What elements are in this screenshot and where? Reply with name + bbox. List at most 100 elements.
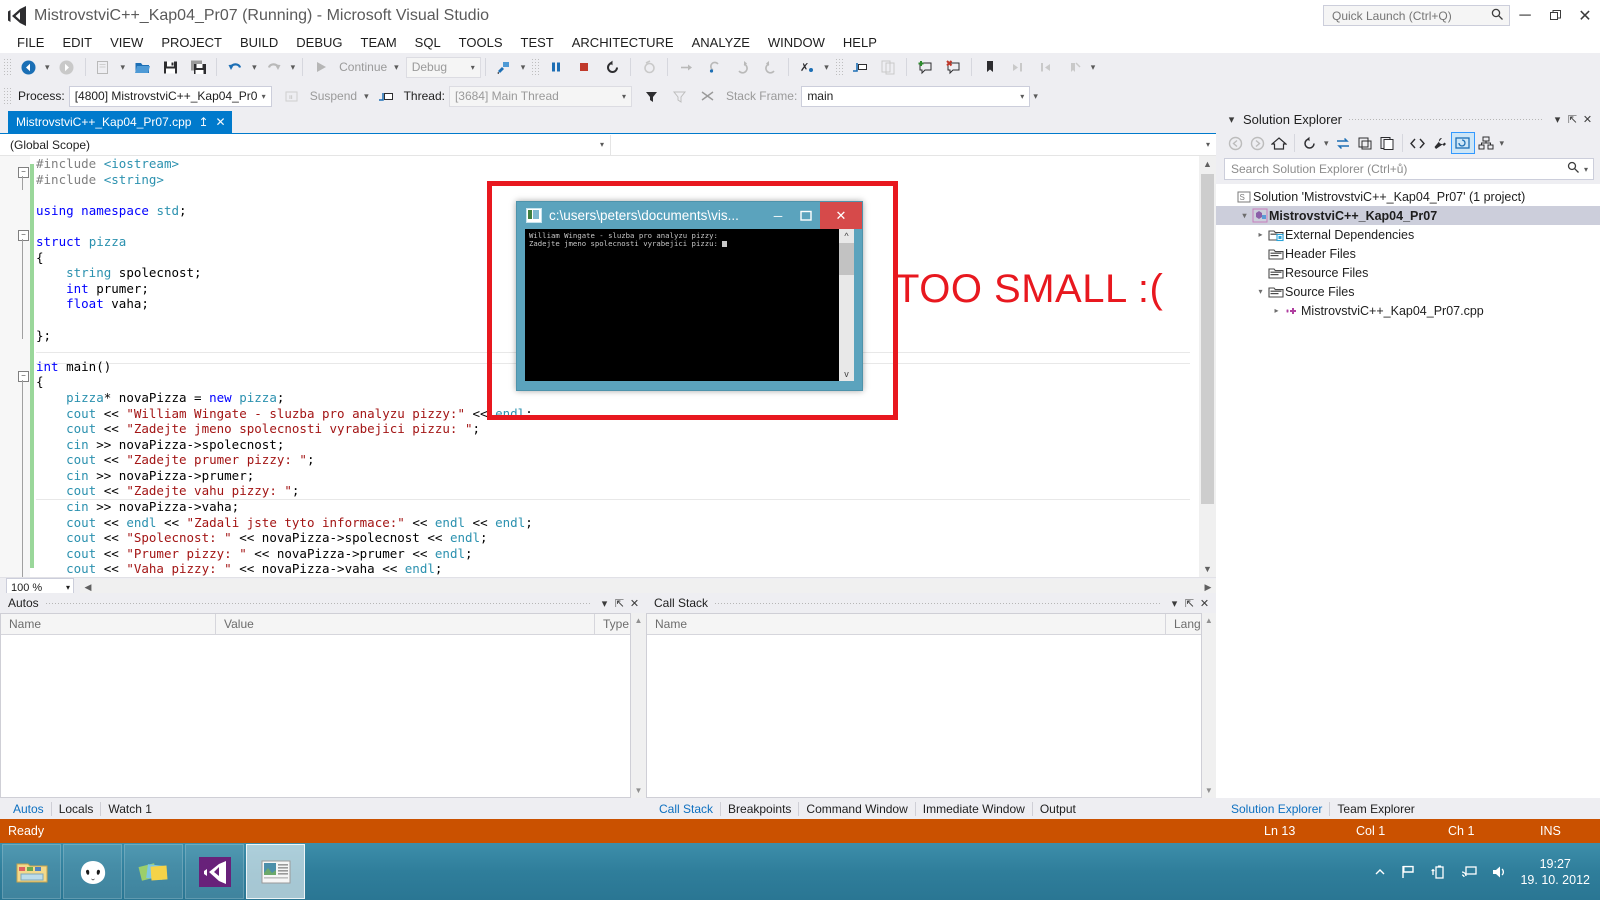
menu-test[interactable]: TEST (512, 33, 563, 52)
bookmark-icon[interactable] (976, 56, 1004, 78)
taskbar-foobar-icon[interactable] (63, 844, 122, 899)
undo-icon[interactable] (221, 56, 249, 78)
menu-architecture[interactable]: ARCHITECTURE (563, 33, 683, 52)
window-menu-icon[interactable]: ▾ (1224, 113, 1239, 126)
expander-icon[interactable]: ▸ (1270, 306, 1283, 315)
properties-icon[interactable] (1429, 133, 1451, 153)
window-minimize-button[interactable]: ─ (1510, 0, 1540, 31)
drag-handle[interactable] (1348, 114, 1544, 124)
expander-icon[interactable]: ▾ (1254, 287, 1267, 296)
attach-process-icon[interactable] (490, 56, 518, 78)
volume-icon[interactable] (1491, 864, 1507, 880)
sync-icon[interactable] (1299, 133, 1321, 153)
expander-icon[interactable]: ▸ (1254, 230, 1267, 239)
member-combo[interactable]: ▾ (611, 135, 1216, 155)
overflow-chevron-icon[interactable]: ▾ (1497, 138, 1508, 149)
continue-dropdown[interactable]: ▾ (391, 62, 402, 73)
close-icon[interactable]: ✕ (1197, 597, 1212, 610)
home-icon[interactable] (1268, 133, 1290, 153)
restart-icon[interactable] (598, 56, 626, 78)
taskbar-console-window-icon[interactable] (246, 844, 305, 899)
scroll-up-icon[interactable]: ▲ (631, 613, 646, 628)
scroll-up-icon[interactable]: ^ (839, 229, 854, 243)
continue-label[interactable]: Continue (335, 60, 391, 74)
pin-icon[interactable]: ⇱ (612, 597, 627, 610)
toolbar-grip[interactable] (3, 87, 12, 105)
window-close-button[interactable]: ✕ (1570, 0, 1600, 31)
expander-icon[interactable]: ▾ (1238, 211, 1251, 220)
call-stack-rows[interactable] (647, 635, 1201, 797)
tab-watch-1[interactable]: Watch 1 (101, 802, 159, 816)
tab-call-stack[interactable]: Call Stack (652, 801, 722, 816)
close-icon[interactable]: ✕ (1580, 113, 1595, 126)
window-menu-icon[interactable]: ▾ (1167, 597, 1182, 610)
console-window[interactable]: c:\users\peters\documents\vis... ─ ✕ Wil… (516, 201, 863, 391)
taskbar-picasa-icon[interactable] (124, 844, 183, 899)
attach-dropdown[interactable]: ▾ (518, 62, 529, 73)
outline-collapse-main[interactable]: − (18, 371, 29, 382)
menu-tools[interactable]: TOOLS (450, 33, 512, 52)
menu-analyze[interactable]: ANALYZE (683, 33, 759, 52)
toolbar-overflow[interactable]: ▾ (1088, 62, 1099, 73)
scroll-down-icon[interactable]: v (839, 367, 854, 381)
column-type[interactable]: Type (595, 614, 630, 634)
taskbar-clock[interactable]: 19:27 19. 10. 2012 (1520, 856, 1590, 888)
column-lang[interactable]: Lang (1166, 614, 1201, 634)
tree-item[interactable]: ▸ External Dependencies (1216, 225, 1600, 244)
window-restore-button[interactable] (1540, 0, 1570, 31)
refresh-icon[interactable] (1332, 133, 1354, 153)
autos-vertical-scrollbar[interactable]: ▲ ▼ (631, 613, 646, 798)
chevron-down-icon[interactable]: ▾ (1584, 165, 1588, 174)
pin-icon[interactable]: ↥ (198, 115, 208, 129)
tab-autos[interactable]: Autos (6, 801, 52, 816)
column-value[interactable]: Value (216, 614, 595, 634)
tab-locals[interactable]: Locals (52, 801, 102, 816)
column-name[interactable]: Name (1, 614, 216, 634)
tree-item[interactable]: S Solution 'MistrovstviC++_Kap04_Pr07' (1… (1216, 187, 1600, 206)
stack-frame-combo[interactable]: main ▾ (801, 85, 1031, 107)
search-icon[interactable] (1567, 161, 1580, 177)
console-scrollbar[interactable]: ^ v (839, 229, 854, 381)
console-close-button[interactable]: ✕ (820, 202, 862, 229)
tree-item[interactable]: Resource Files (1216, 263, 1600, 282)
scope-combo[interactable]: (Global Scope) ▾ (0, 134, 611, 155)
sync-dropdown[interactable]: ▾ (1321, 138, 1332, 149)
call-stack-grid[interactable]: Name Lang (646, 613, 1202, 798)
network-icon[interactable] (1460, 864, 1478, 880)
menu-project[interactable]: PROJECT (152, 33, 231, 52)
solution-tree[interactable]: S Solution 'MistrovstviC++_Kap04_Pr07' (1… (1216, 184, 1600, 798)
scroll-down-icon[interactable]: ▼ (1202, 783, 1216, 798)
console-maximize-button[interactable] (792, 202, 820, 229)
tab-output[interactable]: Output (1033, 802, 1083, 816)
outline-collapse-struct[interactable]: − (18, 230, 29, 241)
save-icon[interactable] (156, 56, 184, 78)
menu-view[interactable]: VIEW (101, 33, 152, 52)
scroll-thumb[interactable] (839, 243, 854, 275)
drag-handle[interactable] (44, 598, 591, 608)
tree-item[interactable]: Header Files (1216, 244, 1600, 263)
scroll-up-icon[interactable]: ▲ (1202, 613, 1216, 628)
tab-command-window[interactable]: Command Window (799, 801, 916, 816)
solution-configuration-combo[interactable]: Debug ▾ (405, 56, 481, 78)
call-stack-vertical-scrollbar[interactable]: ▲ ▼ (1201, 613, 1216, 798)
menu-team[interactable]: TEAM (352, 33, 406, 52)
process-combo[interactable]: [4800] MistrovstviC++_Kap04_Pr07 ▾ (68, 85, 272, 107)
preview-selected-items-icon[interactable] (1450, 132, 1475, 154)
console-minimize-button[interactable]: ─ (764, 202, 792, 229)
scroll-thumb[interactable] (1201, 174, 1214, 504)
toolbar-overflow[interactable]: ▾ (1030, 91, 1041, 102)
menu-file[interactable]: FILE (8, 33, 53, 52)
quick-launch-box[interactable] (1323, 5, 1510, 26)
undo-dropdown[interactable]: ▾ (249, 62, 260, 73)
hex-dropdown[interactable]: ▾ (821, 62, 832, 73)
document-tab[interactable]: MistrovstviC++_Kap04_Pr07.cpp ↥ ✕ (8, 111, 232, 133)
menu-sql[interactable]: SQL (406, 33, 450, 52)
toolbar-grip[interactable] (834, 58, 844, 76)
editor-vertical-scrollbar[interactable]: ▲ ▼ (1199, 156, 1216, 577)
scroll-up-icon[interactable]: ▲ (1199, 156, 1216, 172)
stop-debugging-icon[interactable] (570, 56, 598, 78)
comment-icon[interactable] (911, 56, 939, 78)
window-menu-icon[interactable]: ▾ (1550, 113, 1565, 126)
hex-display-icon[interactable]: ✗ (793, 56, 821, 78)
tab-team-explorer[interactable]: Team Explorer (1330, 802, 1421, 816)
